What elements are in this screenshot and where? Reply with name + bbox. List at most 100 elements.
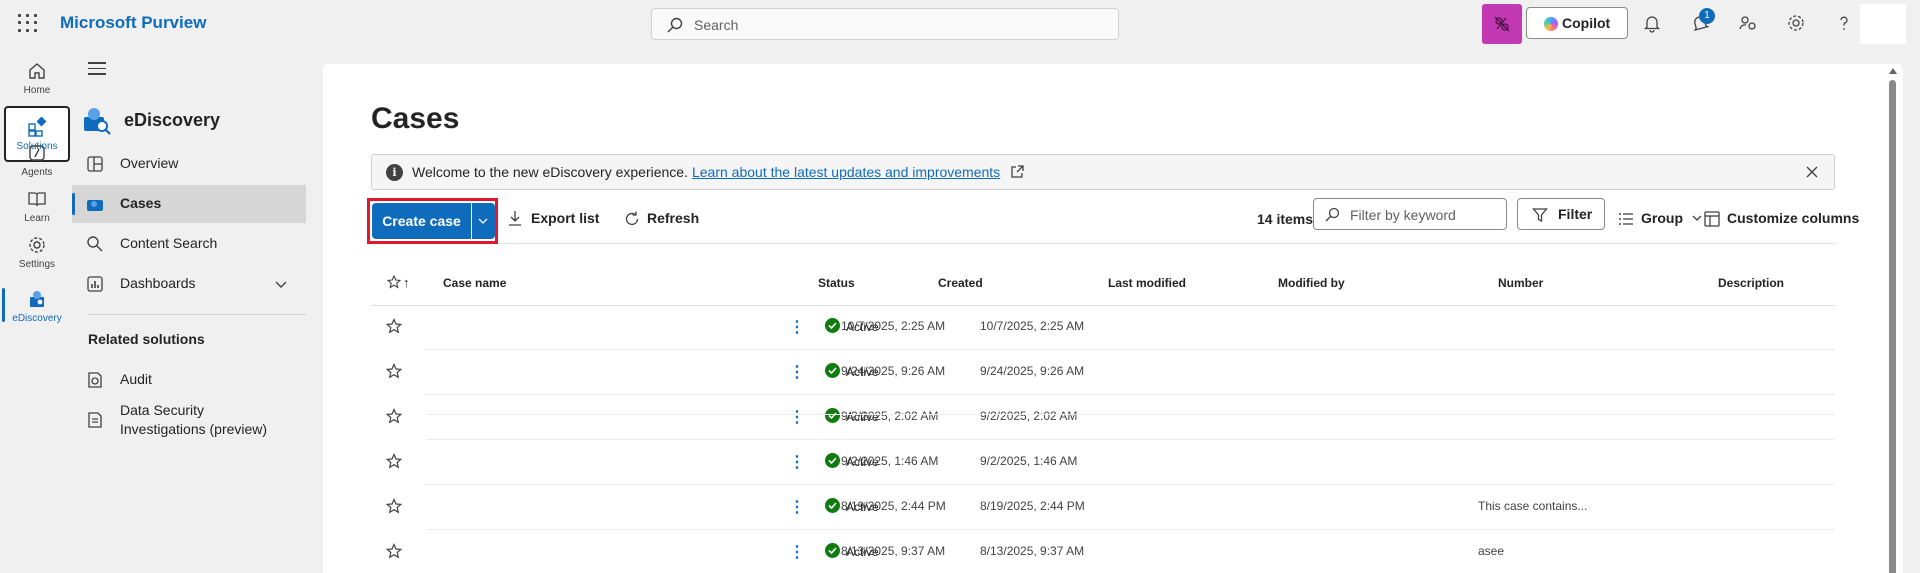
agents-icon (29, 145, 45, 161)
nav-item-overview[interactable]: Overview (72, 145, 306, 183)
people-icon[interactable] (1737, 12, 1759, 34)
nav-label-data-security: Data Security Investigations (preview) (120, 402, 268, 437)
column-last-modified[interactable]: Last modified (1108, 276, 1186, 290)
cell-description: This case contains... (1478, 499, 1588, 513)
cell-description: asee (1478, 544, 1505, 558)
table-header: ↑ Case name Status Created Last modified… (371, 262, 1835, 306)
rail-label-learn: Learn (24, 213, 50, 224)
table-row[interactable]: ⋮ Active 9/2/2025, 2:02 AM 9/2/2025, 2:02 A… (371, 395, 1835, 440)
banner-text: Welcome to the new eDiscovery experience… (412, 164, 1000, 180)
checkmark-circle-icon (825, 408, 840, 423)
cell-created: 9/2/2025, 2:02 AM (841, 409, 939, 423)
row-divider (426, 414, 1835, 415)
column-modified-by[interactable]: Modified by (1278, 276, 1345, 290)
more-options-icon[interactable]: ⋮ (789, 407, 805, 427)
table-row[interactable]: ⋮ Active 10/7/2025, 2:25 AM 10/7/2025, 2:25… (371, 305, 1835, 350)
rail-item-settings[interactable]: Settings (4, 226, 70, 282)
copilot-button[interactable]: Copilot (1526, 7, 1628, 39)
bell-icon[interactable] (1641, 12, 1663, 34)
cell-created: 8/13/2025, 9:37 AM (841, 544, 946, 558)
create-case-split-button[interactable] (472, 203, 495, 239)
help-icon[interactable] (1833, 12, 1855, 34)
app-name[interactable]: Microsoft Purview (60, 13, 206, 33)
export-list-label: Export list (531, 210, 600, 226)
more-options-icon[interactable]: ⋮ (789, 542, 805, 562)
chevron-down-icon (1692, 215, 1702, 221)
nav-item-dashboards[interactable]: Dashboards (72, 265, 306, 303)
more-options-icon[interactable]: ⋮ (789, 362, 805, 382)
star-icon[interactable] (386, 498, 402, 514)
refresh-icon (625, 211, 639, 226)
dashboards-icon (87, 276, 103, 292)
nav-item-cases[interactable]: Cases (72, 185, 306, 223)
star-icon[interactable] (386, 318, 402, 334)
collapse-nav-icon[interactable] (88, 62, 106, 76)
nav-item-data-security-investigations[interactable]: Data Security Investigations (preview) (72, 401, 306, 445)
cell-last-modified: 8/13/2025, 9:37 AM (980, 544, 1085, 558)
column-status[interactable]: Status (818, 276, 855, 290)
settings-icon (29, 237, 45, 253)
avatar[interactable] (1860, 4, 1906, 44)
checkmark-circle-icon (825, 453, 840, 468)
favorite-column-star-icon[interactable] (387, 275, 401, 289)
column-number[interactable]: Number (1498, 276, 1543, 290)
rail-item-home[interactable]: Home (4, 52, 70, 108)
top-bar: Microsoft Purview Search Copilot 1 (0, 0, 1920, 46)
column-created[interactable]: Created (938, 276, 983, 290)
rail-label-home: Home (23, 85, 51, 96)
close-icon[interactable] (1804, 164, 1820, 180)
table-row[interactable]: ⋮ Active 8/13/2025, 9:37 AM 8/13/2025, 9:37… (371, 530, 1835, 573)
filter-placeholder: Filter by keyword (1350, 207, 1456, 223)
chevron-down-icon[interactable] (274, 277, 288, 291)
table-row[interactable]: ⋮ Active 9/2/2025, 1:46 AM 9/2/2025, 1:46 A… (371, 440, 1835, 485)
checkmark-circle-icon (825, 498, 840, 513)
cell-last-modified: 9/2/2025, 1:46 AM (980, 454, 1078, 468)
vertical-scrollbar[interactable] (1886, 64, 1900, 573)
cell-last-modified: 8/19/2025, 2:44 PM (980, 499, 1085, 513)
gear-icon[interactable] (1785, 12, 1807, 34)
star-icon[interactable] (386, 363, 402, 379)
app-launcher-icon[interactable] (18, 14, 38, 32)
rail-item-ediscovery[interactable]: eDiscovery (2, 280, 70, 336)
star-icon[interactable] (386, 543, 402, 559)
nav-label-overview: Overview (120, 155, 179, 171)
search-input[interactable]: Search (651, 8, 1119, 40)
column-description[interactable]: Description (1718, 276, 1784, 290)
main-content: Cases i Welcome to the new eDiscovery ex… (323, 64, 1903, 573)
filter-icon (1532, 208, 1548, 223)
items-count: 14 items (1257, 211, 1314, 227)
nav-label-dashboards: Dashboards (120, 275, 196, 291)
info-banner: i Welcome to the new eDiscovery experien… (371, 154, 1835, 190)
column-case-name[interactable]: Case name (443, 276, 506, 290)
more-options-icon[interactable]: ⋮ (789, 317, 805, 337)
more-options-icon[interactable]: ⋮ (789, 497, 805, 517)
nav-item-content-search[interactable]: Content Search (72, 225, 306, 263)
star-icon[interactable] (386, 453, 402, 469)
star-icon[interactable] (386, 408, 402, 424)
scrollbar-thumb[interactable] (1889, 80, 1896, 573)
banner-link[interactable]: Learn about the latest updates and impro… (692, 164, 1000, 180)
home-icon (29, 63, 45, 79)
filter-keyword-input[interactable]: Filter by keyword (1313, 198, 1507, 230)
table-row[interactable]: ⋮ Active 9/24/2025, 9:26 AM 9/24/2025, 9:26… (371, 350, 1835, 395)
more-options-icon[interactable]: ⋮ (789, 452, 805, 472)
filter-label: Filter (1558, 206, 1593, 222)
cell-created: 9/2/2025, 1:46 AM (841, 454, 939, 468)
overview-icon (87, 156, 103, 172)
page-title: Cases (371, 102, 460, 135)
filter-button[interactable]: Filter (1517, 198, 1605, 230)
external-link-icon[interactable] (1009, 164, 1025, 180)
copilot-label: Copilot (1562, 15, 1611, 31)
banner-message: Welcome to the new eDiscovery experience… (412, 164, 688, 180)
sort-ascending-icon[interactable]: ↑ (403, 275, 410, 290)
create-case-button[interactable]: Create case (372, 203, 471, 239)
checkmark-circle-icon (825, 318, 840, 333)
cell-last-modified: 9/2/2025, 2:02 AM (980, 409, 1078, 423)
nav-label-cases: Cases (120, 195, 162, 211)
mesh-button[interactable] (1482, 4, 1522, 44)
nav-item-audit[interactable]: Audit (72, 361, 306, 399)
nav-divider (88, 314, 306, 315)
table-row[interactable]: ⋮ Active 8/19/2025, 2:44 PM 8/19/2025, 2:44… (371, 485, 1835, 530)
learn-icon (28, 192, 46, 207)
scroll-up-icon[interactable] (1889, 68, 1897, 74)
